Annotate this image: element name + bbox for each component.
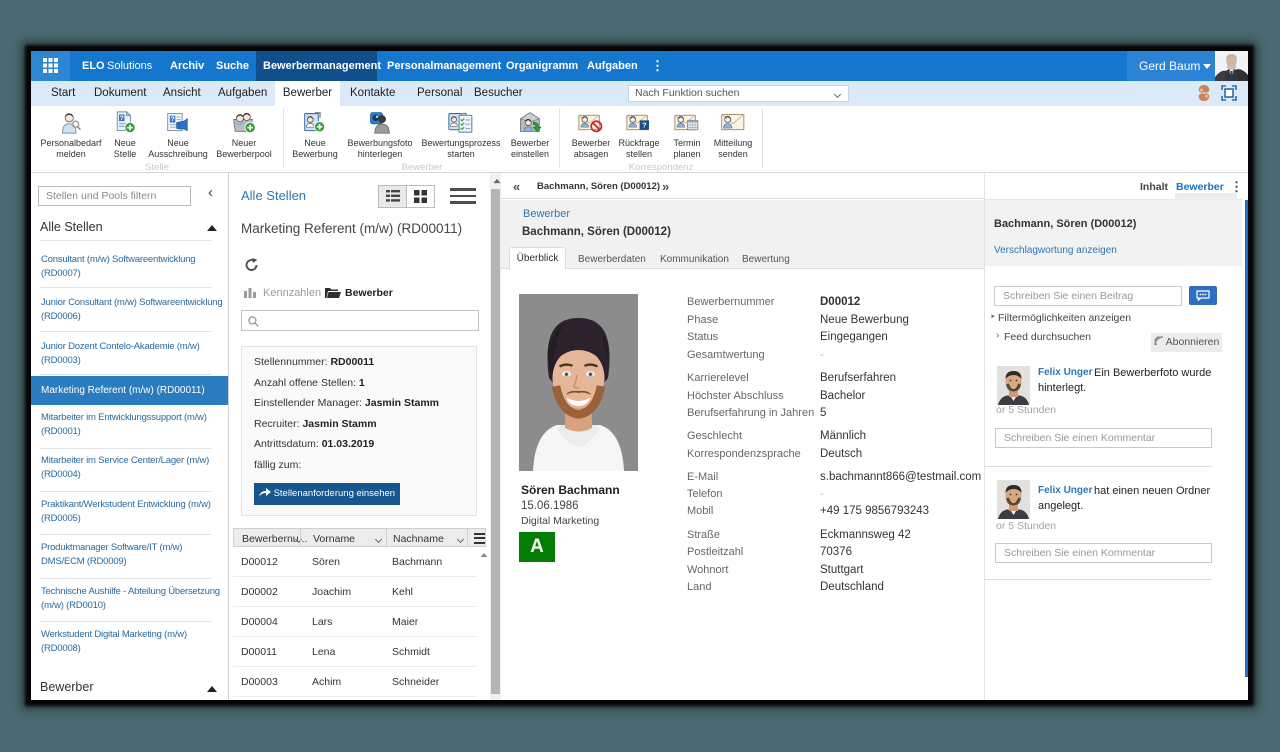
svg-text:?: ? bbox=[642, 121, 647, 130]
svg-text:?: ? bbox=[120, 115, 124, 122]
svg-text:?: ? bbox=[171, 116, 175, 123]
